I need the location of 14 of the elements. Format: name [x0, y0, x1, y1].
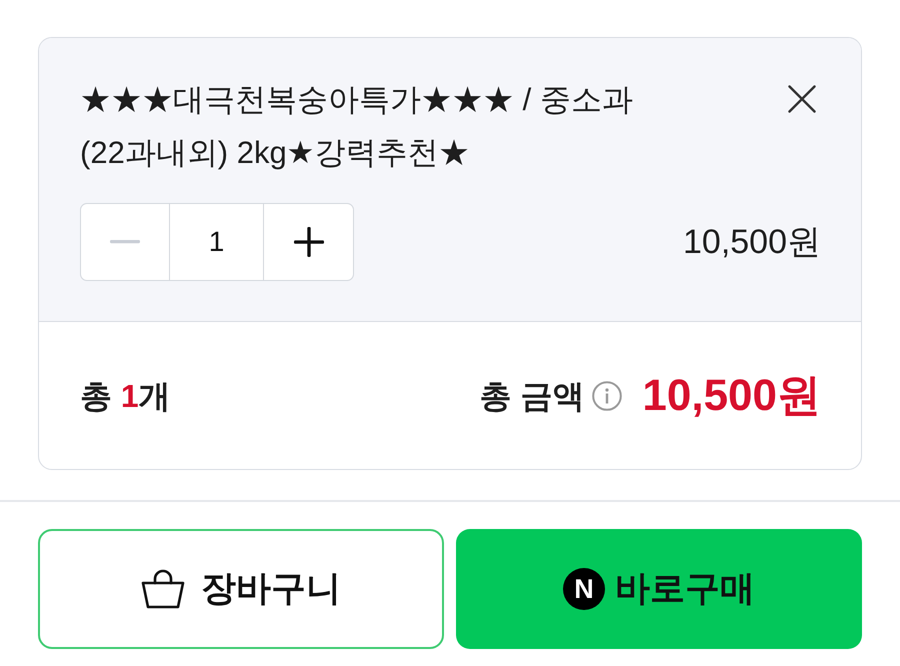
plus-icon [294, 227, 324, 257]
product-title: ★★★대극천복숭아특가★★★ / 중소과 (22과내외) 2kg★강력추천★ [80, 81, 634, 172]
buy-now-button[interactable]: N 바로구매 [456, 529, 862, 649]
close-icon [788, 85, 816, 113]
info-icon [592, 380, 622, 410]
item-price: 10,500원 [683, 222, 821, 262]
minus-icon [110, 240, 140, 244]
total-amount-label: 총 금액 [480, 376, 584, 416]
total-amount: 10,500원 [642, 370, 821, 422]
cart-button[interactable]: 장바구니 [38, 529, 444, 649]
logo: N [563, 568, 605, 610]
total-count: 총 1개 [80, 376, 171, 416]
close-button[interactable] [787, 84, 817, 114]
shopping-bag-icon [141, 569, 185, 609]
